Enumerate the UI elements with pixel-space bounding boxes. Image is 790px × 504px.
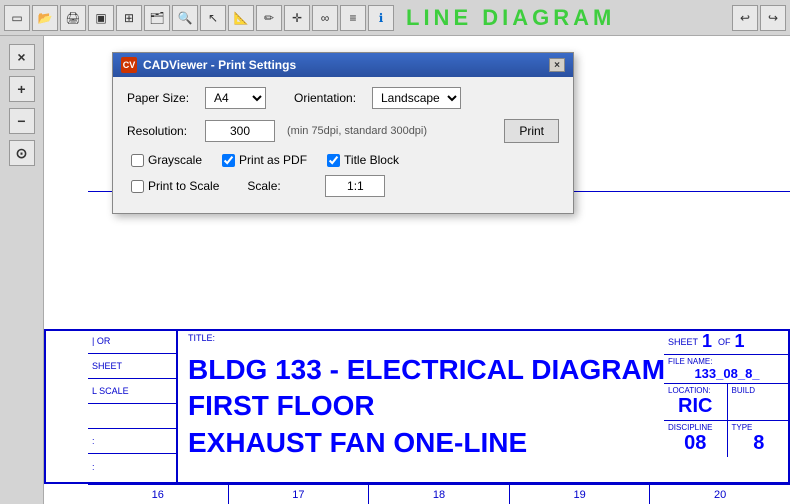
toolbar: ▭ 📂 🖨 ▣ ⊞ 🗂 🔍 ↖ 📐 ✏ ✛ ∞ ≡ ℹ LINE DIAGRAM… — [0, 0, 790, 36]
left-label-colon1: : — [88, 429, 176, 454]
type-label: TYPE — [732, 423, 787, 432]
discipline-label: DISCIPLINE — [668, 423, 723, 432]
app-title: LINE DIAGRAM — [406, 5, 615, 31]
left-label-colon2: : — [88, 454, 176, 479]
resolution-row: Resolution: (min 75dpi, standard 300dpi)… — [127, 119, 559, 143]
zoom-in-button[interactable]: + — [9, 76, 35, 102]
file-name-value: 133_08_8_ — [668, 366, 786, 381]
left-label-or: | OR — [88, 329, 176, 354]
redo-button[interactable]: ↪ — [760, 5, 786, 31]
dialog-close-button[interactable]: × — [549, 58, 565, 72]
scale-input[interactable] — [325, 175, 385, 197]
title-line3: EXHAUST FAN ONE-LINE — [188, 425, 706, 461]
left-labels-panel: | OR SHEET L SCALE : : — [88, 329, 178, 484]
bottom-num-16: 16 — [88, 485, 229, 504]
title-block-checkbox-item: Title Block — [327, 153, 399, 167]
bottom-num-18: 18 — [369, 485, 510, 504]
fit-button[interactable]: ⊙ — [9, 140, 35, 166]
discipline-type-row: DISCIPLINE 08 TYPE 8 — [664, 421, 790, 457]
title-label: TITLE: — [188, 333, 215, 343]
bottom-num-20: 20 — [650, 485, 790, 504]
type-cell: TYPE 8 — [728, 421, 790, 457]
paper-orientation-row: Paper Size: A4 A3 Letter Legal Orientati… — [127, 87, 559, 109]
sheet-label: SHEET — [668, 337, 698, 347]
file-name-label: FILE NAME: — [668, 357, 786, 366]
title-block-label: Title Block — [344, 153, 399, 167]
location-label: LOCATION: — [668, 386, 723, 395]
zoom-out-button[interactable]: − — [9, 108, 35, 134]
title-line2: FIRST FLOOR — [188, 388, 706, 424]
undo-redo-group: ↩ ↪ — [732, 5, 786, 31]
location-value: RIC — [668, 395, 723, 418]
resolution-hint: (min 75dpi, standard 300dpi) — [287, 125, 427, 137]
left-label-empty1 — [88, 404, 176, 429]
grayscale-label: Grayscale — [148, 153, 202, 167]
of-label: OF — [718, 337, 731, 347]
undo-button[interactable]: ↩ — [732, 5, 758, 31]
print-to-scale-label: Print to Scale — [148, 179, 219, 193]
discipline-cell: DISCIPLINE 08 — [664, 421, 728, 457]
grayscale-checkbox[interactable] — [131, 154, 144, 167]
info-button[interactable]: ℹ — [368, 5, 394, 31]
type-value: 8 — [732, 432, 787, 455]
dialog-app-icon: CV — [121, 57, 137, 73]
close-nav-button[interactable]: × — [9, 44, 35, 70]
layers-button[interactable]: ⊞ — [116, 5, 142, 31]
build-label: BUILD — [732, 386, 787, 395]
grayscale-checkbox-item: Grayscale — [131, 153, 202, 167]
print-button[interactable]: 🖨 — [60, 5, 86, 31]
bottom-numbers-row: 16 17 18 19 20 — [88, 484, 790, 504]
title-block-checkbox[interactable] — [327, 154, 340, 167]
print-to-scale-item: Print to Scale — [131, 179, 219, 193]
scale-label: Scale: — [247, 179, 317, 193]
sheet-info-row: SHEET 1 OF 1 — [664, 329, 790, 355]
measure-button[interactable]: 📐 — [228, 5, 254, 31]
left-label-scale: L SCALE — [88, 379, 176, 404]
build-cell: BUILD — [728, 384, 790, 420]
dialog-titlebar[interactable]: CV CADViewer - Print Settings × — [113, 53, 573, 77]
print-as-pdf-label: Print as PDF — [239, 153, 307, 167]
text-button[interactable]: ≡ — [340, 5, 366, 31]
left-nav: × + − ⊙ — [0, 36, 44, 504]
scale-row: Print to Scale Scale: — [131, 175, 559, 197]
file-name-row: FILE NAME: 133_08_8_ — [664, 355, 790, 384]
window-button[interactable]: ▣ — [88, 5, 114, 31]
resolution-label: Resolution: — [127, 124, 197, 138]
print-dialog: CV CADViewer - Print Settings × Paper Si… — [112, 52, 574, 214]
resolution-input[interactable] — [205, 120, 275, 142]
zoom-button[interactable]: 🔍 — [172, 5, 198, 31]
sheet-value: 1 — [702, 331, 712, 352]
redline-button[interactable]: ✏ — [256, 5, 282, 31]
title-line1: BLDG 133 - ELECTRICAL DIAGRAM — [188, 352, 706, 388]
select-button[interactable]: ↖ — [200, 5, 226, 31]
location-build-row: LOCATION: RIC BUILD — [664, 384, 790, 421]
crosshair-button[interactable]: ✛ — [284, 5, 310, 31]
discipline-value: 08 — [668, 432, 723, 455]
orientation-select[interactable]: Landscape Portrait — [372, 87, 461, 109]
new-button[interactable]: ▭ — [4, 5, 30, 31]
dialog-icon-label: CV — [123, 60, 136, 70]
print-to-scale-checkbox[interactable] — [131, 180, 144, 193]
dialog-titlebar-left: CV CADViewer - Print Settings — [121, 57, 296, 73]
bottom-num-19: 19 — [510, 485, 651, 504]
open-button[interactable]: 📂 — [32, 5, 58, 31]
dialog-title: CADViewer - Print Settings — [143, 58, 296, 72]
infinity-button[interactable]: ∞ — [312, 5, 338, 31]
left-label-sheet: SHEET — [88, 354, 176, 379]
folder-button[interactable]: 🗂 — [144, 5, 170, 31]
print-as-pdf-checkbox[interactable] — [222, 154, 235, 167]
paper-size-label: Paper Size: — [127, 91, 197, 105]
dialog-body: Paper Size: A4 A3 Letter Legal Orientati… — [113, 77, 573, 213]
print-as-pdf-checkbox-item: Print as PDF — [222, 153, 307, 167]
paper-size-select[interactable]: A4 A3 Letter Legal — [205, 87, 266, 109]
of-value: 1 — [735, 331, 745, 352]
main-title-area: TITLE: BLDG 133 - ELECTRICAL DIAGRAM FIR… — [178, 329, 708, 484]
right-info-panel: SHEET 1 OF 1 FILE NAME: 133_08_8_ LOCATI… — [664, 329, 790, 484]
checkbox-row1: Grayscale Print as PDF Title Block — [131, 153, 559, 167]
bottom-num-17: 17 — [229, 485, 370, 504]
location-cell: LOCATION: RIC — [664, 384, 728, 420]
print-button[interactable]: Print — [504, 119, 559, 143]
orientation-label: Orientation: — [294, 91, 364, 105]
